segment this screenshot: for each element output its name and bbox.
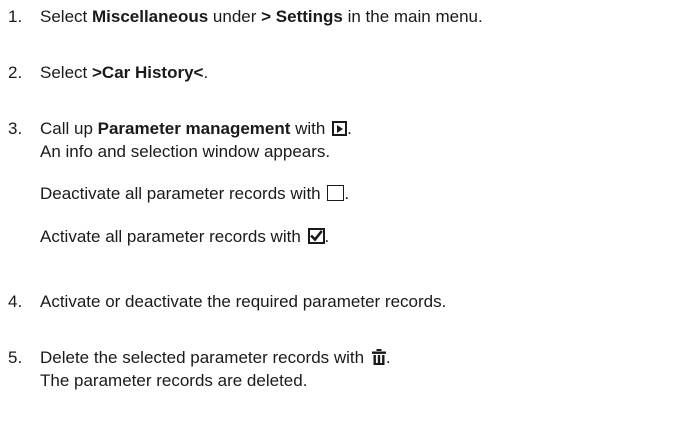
step-number: 4. (8, 292, 23, 311)
trash-icon (371, 348, 386, 365)
step-text: Select >Car History<. (40, 63, 209, 82)
step-text: Call up Parameter management with . (40, 119, 352, 138)
instruction-list: 1. Select Miscellaneous under > Settings… (0, 0, 692, 430)
step-text: Activate or deactivate the required para… (40, 292, 447, 311)
empty-checkbox-icon (327, 185, 345, 201)
menu-item-settings: > Settings (261, 7, 343, 26)
step-number: 1. (8, 7, 23, 26)
menu-item-parameter-management: Parameter management (97, 119, 291, 138)
play-button-icon (332, 121, 348, 136)
step-number: 3. (8, 119, 23, 138)
step-text: Delete the selected parameter records wi… (40, 348, 391, 367)
step-text-line2: An info and selection window appears. (40, 142, 331, 161)
step-number: 5. (8, 348, 23, 367)
menu-item-car-history: >Car History< (91, 63, 204, 82)
note-activate: Activate all parameter records with . (40, 227, 330, 246)
checked-checkbox-icon (307, 228, 325, 244)
note-deactivate: Deactivate all parameter records with . (40, 184, 350, 203)
step-number: 2. (8, 63, 23, 82)
step-text: Select Miscellaneous under > Settings in… (40, 7, 483, 26)
menu-item-miscellaneous: Miscellaneous (91, 7, 209, 26)
step-text-line2: The parameter records are deleted. (40, 371, 308, 390)
